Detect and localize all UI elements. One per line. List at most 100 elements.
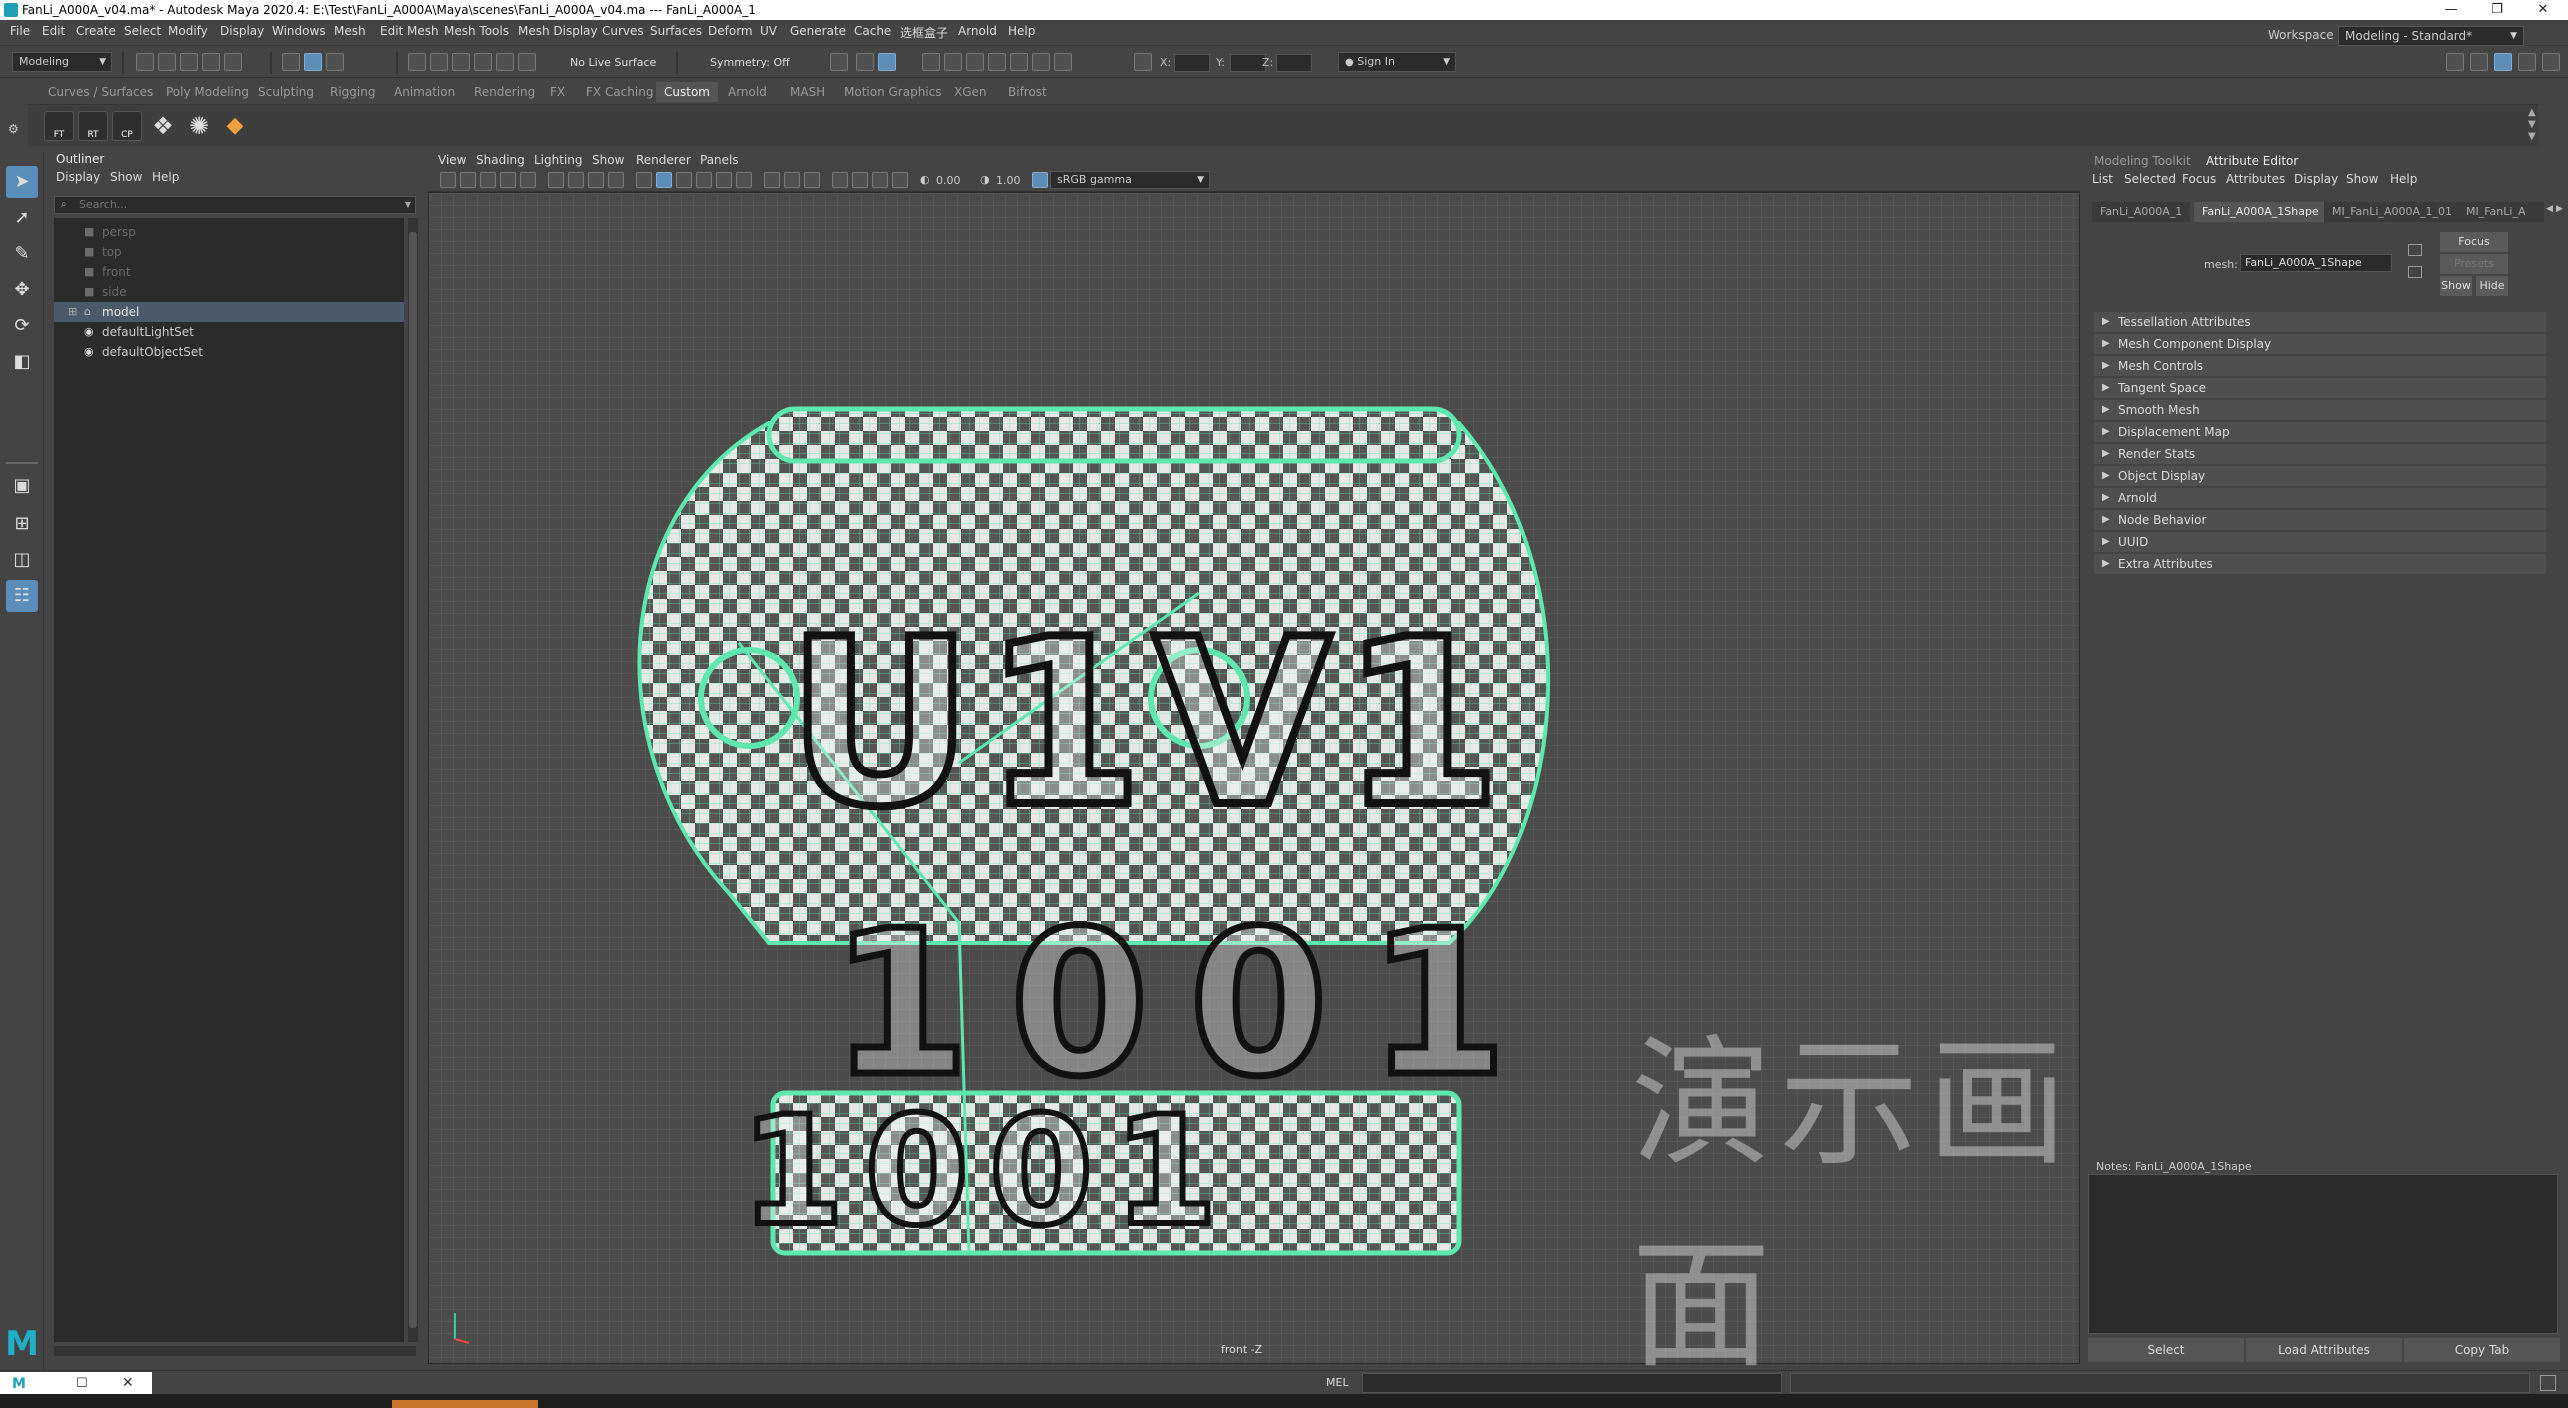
shelf-tab-fx-caching[interactable]: FX Caching	[578, 82, 661, 102]
section-tangent-space[interactable]: ▶ Tangent Space	[2094, 378, 2546, 398]
outliner-item-default-object-set[interactable]: ◉ defaultObjectSet	[54, 342, 404, 362]
select-by-hierarchy-icon[interactable]	[282, 53, 300, 71]
character-controls-icon[interactable]	[2470, 53, 2488, 71]
maya-taskbar-icon[interactable]: M	[12, 1376, 26, 1392]
xray-components-icon[interactable]	[804, 172, 820, 188]
mode-dropdown[interactable]: Modeling ▼	[12, 52, 112, 72]
menu-arnold[interactable]: Arnold	[958, 24, 997, 38]
select-by-component-icon[interactable]	[326, 53, 344, 71]
node-tab-transform[interactable]: FanLi_A000A_1	[2092, 202, 2191, 222]
ae-menu-selected[interactable]: Selected	[2124, 172, 2176, 186]
ambient-occlusion-icon[interactable]	[852, 172, 868, 188]
outliner-menu-display[interactable]: Display	[56, 170, 100, 184]
shelf-tab-fx[interactable]: FX	[542, 82, 573, 102]
shelf-tab-animation[interactable]: Animation	[386, 82, 463, 102]
viewport-menu-lighting[interactable]: Lighting	[534, 153, 583, 167]
outliner-item-model[interactable]: ⊞ ⌂ model	[54, 302, 404, 322]
menu-create[interactable]: Create	[76, 24, 116, 38]
film-gate-icon[interactable]	[568, 172, 584, 188]
symmetry-label[interactable]: Symmetry: Off	[710, 56, 790, 69]
x-field[interactable]	[1174, 54, 1210, 72]
outliner-hscrollbar[interactable]	[54, 1346, 416, 1356]
load-attributes-button[interactable]: Load Attributes	[2246, 1338, 2402, 1362]
outliner-item-front[interactable]: ■ front	[54, 262, 404, 282]
shadows-icon[interactable]	[736, 172, 752, 188]
script-editor-icon[interactable]	[2540, 1375, 2556, 1391]
color-space-dropdown[interactable]: sRGB gamma ▼	[1050, 171, 1210, 189]
tab-attribute-editor[interactable]: Attribute Editor	[2206, 154, 2298, 168]
render-settings-icon[interactable]	[988, 53, 1006, 71]
xray-icon[interactable]	[764, 172, 780, 188]
shelf-tab-motion-graphics[interactable]: Motion Graphics	[836, 82, 950, 102]
ae-menu-attributes[interactable]: Attributes	[2226, 172, 2285, 186]
shelf-ft-button[interactable]: FT	[44, 111, 74, 141]
select-by-object-icon[interactable]	[304, 53, 322, 71]
menu-edit[interactable]: Edit	[42, 24, 65, 38]
workspace-dropdown[interactable]: Modeling - Standard* ▼	[2338, 26, 2524, 46]
menu-modify[interactable]: Modify	[168, 24, 208, 38]
outliner-item-default-light-set[interactable]: ◉ defaultLightSet	[54, 322, 404, 342]
tab-modeling-toolkit[interactable]: Modeling Toolkit	[2094, 154, 2191, 168]
tab-scroll-right-icon[interactable]: ▶	[2556, 204, 2563, 214]
lasso-tool-icon[interactable]: ➚	[6, 202, 38, 234]
undo-icon[interactable]	[202, 53, 220, 71]
snap-point-icon[interactable]	[452, 53, 470, 71]
snap-grid-icon[interactable]	[408, 53, 426, 71]
section-mesh-component-display[interactable]: ▶ Mesh Component Display	[2094, 334, 2546, 354]
wireframe-icon[interactable]	[636, 172, 652, 188]
orange-tool-icon[interactable]: ◆	[220, 111, 250, 141]
close-button[interactable]: ✕	[2520, 0, 2566, 20]
shelf-scroll-arrows-icon[interactable]: ▲ ▼ ▼	[2528, 107, 2540, 143]
image-plane-icon[interactable]	[480, 172, 496, 188]
section-uuid[interactable]: ▶ UUID	[2094, 532, 2546, 552]
outliner-scrollbar[interactable]	[408, 218, 418, 1342]
menu-file[interactable]: File	[10, 24, 30, 38]
presets-button[interactable]: Presets	[2440, 254, 2508, 274]
go-to-input-icon[interactable]	[2408, 244, 2422, 256]
shelf-tab-rigging[interactable]: Rigging	[322, 82, 383, 102]
ae-menu-help[interactable]: Help	[2390, 172, 2417, 186]
focus-button[interactable]: Focus	[2440, 232, 2508, 252]
menu-curves[interactable]: Curves	[602, 24, 644, 38]
xray-joints-icon[interactable]	[784, 172, 800, 188]
section-smooth-mesh[interactable]: ▶ Smooth Mesh	[2094, 400, 2546, 420]
channel-box-icon[interactable]	[2542, 53, 2560, 71]
viewport-3d[interactable]: U1V1 1001 1001 演示画面 front -Z	[428, 192, 2080, 1388]
camera-attributes-icon[interactable]	[440, 172, 456, 188]
ae-menu-focus[interactable]: Focus	[2182, 172, 2216, 186]
live-surface-label[interactable]: No Live Surface	[570, 56, 656, 69]
outliner-menu-show[interactable]: Show	[110, 170, 142, 184]
snap-curve-icon[interactable]	[430, 53, 448, 71]
outliner-item-side[interactable]: ■ side	[54, 282, 404, 302]
menu-deform[interactable]: Deform	[708, 24, 753, 38]
snap-live-icon[interactable]	[496, 53, 514, 71]
attribute-editor-toggle-icon[interactable]	[2494, 53, 2512, 71]
node-tab-shape[interactable]: FanLi_A000A_1Shape	[2194, 202, 2327, 222]
resolution-gate-icon[interactable]	[588, 172, 604, 188]
grid-toggle-icon[interactable]	[548, 172, 564, 188]
viewport-menu-view[interactable]: View	[438, 153, 466, 167]
minimize-button[interactable]: —	[2428, 0, 2474, 20]
menu-cache[interactable]: Cache	[854, 24, 891, 38]
rotate-tool-icon[interactable]: ⟳	[6, 310, 38, 342]
section-displacement-map[interactable]: ▶ Displacement Map	[2094, 422, 2546, 442]
sign-in-dropdown[interactable]: ● Sign In ▼	[1338, 52, 1456, 72]
shelf-tab-mash[interactable]: MASH	[782, 82, 833, 102]
tab-scroll-left-icon[interactable]: ◀	[2546, 204, 2553, 214]
menu-windows[interactable]: Windows	[272, 24, 326, 38]
modeling-toolkit-icon[interactable]	[2446, 53, 2464, 71]
ae-menu-show[interactable]: Show	[2346, 172, 2378, 186]
viewport-menu-panels[interactable]: Panels	[700, 153, 739, 167]
section-render-stats[interactable]: ▶ Render Stats	[2094, 444, 2546, 464]
paint-select-icon[interactable]: ✎	[6, 238, 38, 270]
show-button[interactable]: Show	[2440, 276, 2472, 296]
node-tab-material-2[interactable]: MI_FanLi_A	[2458, 202, 2544, 222]
hypershade-icon[interactable]	[1010, 53, 1028, 71]
render-current-icon[interactable]	[944, 53, 962, 71]
select-button[interactable]: Select	[2088, 1338, 2244, 1362]
outliner-layout-icon[interactable]: ☷	[6, 580, 38, 612]
wireframe-on-shaded-icon[interactable]	[676, 172, 692, 188]
menu-display[interactable]: Display	[220, 24, 264, 38]
outliner-persp-layout-icon[interactable]: ◫	[6, 544, 38, 576]
copy-tab-button[interactable]: Copy Tab	[2404, 1338, 2560, 1362]
